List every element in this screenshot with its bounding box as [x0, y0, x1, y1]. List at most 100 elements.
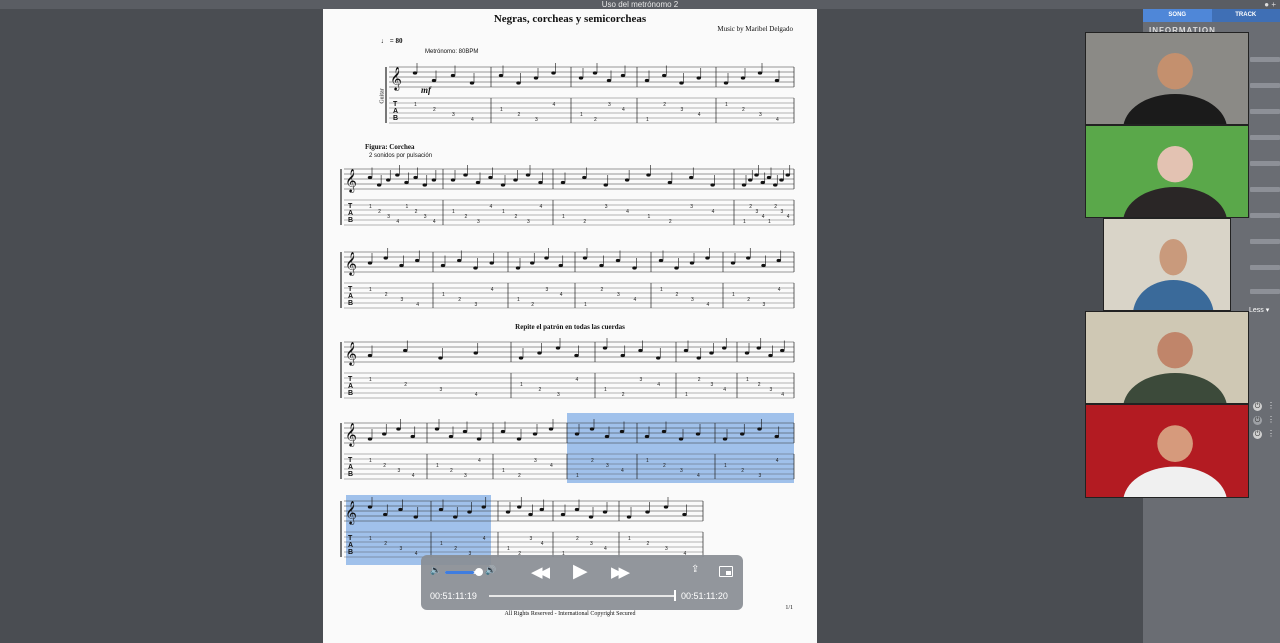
panel-field[interactable]	[1250, 239, 1280, 244]
elapsed-time: 00:51:11:19	[430, 591, 477, 601]
panel-field[interactable]	[1250, 83, 1280, 88]
more-options-icon[interactable]: ⋮	[1267, 429, 1275, 438]
tab-letter: B	[348, 300, 353, 307]
note-head	[689, 261, 695, 265]
less-toggle[interactable]: Less ▾	[1249, 306, 1269, 314]
fret-number: 3	[690, 204, 693, 210]
note-head	[746, 256, 751, 260]
note-head	[602, 346, 608, 350]
note-head	[606, 78, 612, 83]
note-head	[741, 183, 747, 187]
tab-letter: T	[393, 101, 398, 108]
fret-number: 2	[749, 204, 752, 210]
fret-number: 2	[591, 458, 594, 464]
panel-field[interactable]	[1250, 135, 1280, 140]
note-head	[656, 356, 661, 360]
video-tile-2[interactable]	[1085, 125, 1249, 218]
note-head	[574, 353, 579, 358]
rewind-button[interactable]: ◀◀	[531, 563, 550, 581]
power-icon[interactable]: ⏻	[1253, 416, 1262, 425]
note-head	[644, 78, 650, 83]
note-head	[662, 73, 667, 78]
fret-number: 2	[531, 302, 534, 308]
panel-field[interactable]	[1250, 213, 1280, 218]
fret-number: 1	[436, 463, 439, 469]
note-head	[679, 81, 684, 85]
fret-number: 1	[414, 102, 417, 108]
fret-number: 2	[647, 541, 650, 547]
fret-number: 3	[680, 468, 683, 474]
fret-number: 4	[471, 117, 474, 123]
panel-field[interactable]	[1250, 161, 1280, 166]
fret-number: 3	[527, 219, 530, 225]
tab-letter: B	[393, 115, 398, 122]
tab-track[interactable]: TRACK	[1211, 9, 1280, 22]
note-head	[624, 178, 630, 182]
video-tile-1[interactable]	[1085, 32, 1249, 125]
power-icon[interactable]: ⏻	[1253, 402, 1262, 411]
tab-letter: A	[348, 542, 353, 549]
fret-number: 4	[560, 292, 563, 298]
fret-number: 4	[698, 112, 701, 118]
video-tile-4[interactable]	[1085, 311, 1249, 404]
note-head	[602, 510, 608, 514]
fast-forward-button[interactable]: ▶▶	[611, 563, 630, 581]
tab-song[interactable]: SONG	[1143, 9, 1212, 22]
note-head	[438, 507, 444, 512]
note-head	[588, 515, 594, 519]
fret-number: 1	[440, 541, 443, 547]
fret-number: 3	[400, 546, 403, 552]
note-head	[674, 266, 679, 270]
play-button[interactable]: ▶	[573, 560, 588, 583]
fret-number: 3	[477, 219, 480, 225]
fret-number: 3	[464, 473, 467, 479]
note-head	[413, 175, 418, 180]
note-head	[398, 507, 403, 512]
volume-low-icon[interactable]: 🔈	[430, 565, 441, 576]
panel-field[interactable]	[1250, 57, 1280, 62]
video-tile-3[interactable]	[1103, 218, 1231, 311]
panel-field[interactable]	[1250, 289, 1280, 294]
volume-slider[interactable]	[445, 571, 479, 574]
fret-number: 1	[502, 209, 505, 215]
note-head	[395, 173, 400, 177]
picture-in-picture-icon[interactable]	[719, 566, 733, 577]
fret-number: 2	[622, 392, 625, 398]
panel-field[interactable]	[1250, 109, 1280, 114]
note-head	[709, 351, 714, 355]
note-head	[560, 180, 566, 185]
fret-number: 4	[723, 387, 726, 393]
share-icon[interactable]: ⇪	[691, 564, 699, 575]
fret-number: 3	[557, 392, 560, 398]
tab-letter: B	[348, 390, 353, 397]
fret-number: 2	[601, 287, 604, 293]
note-head	[516, 81, 521, 85]
scrubber-bar[interactable]	[489, 595, 675, 597]
more-options-icon[interactable]: ⋮	[1267, 401, 1275, 410]
panel-field[interactable]	[1250, 265, 1280, 270]
note-head	[632, 266, 637, 270]
composer-credit: Music by Maribel Delgado	[717, 25, 793, 33]
fret-number: 4	[657, 382, 660, 388]
note-head	[574, 507, 580, 512]
fret-number: 3	[763, 302, 766, 308]
fret-number: 2	[741, 468, 744, 474]
tab-letter: T	[348, 457, 353, 464]
treble-clef: 𝄞	[345, 341, 357, 366]
scrubber-knob[interactable]	[674, 590, 676, 601]
fret-number: 1	[576, 473, 579, 479]
panel-field[interactable]	[1250, 187, 1280, 192]
note-head	[620, 73, 626, 78]
volume-knob[interactable]	[475, 568, 483, 576]
window-controls[interactable]: ● +	[1264, 0, 1276, 9]
power-icon[interactable]: ⏻	[1253, 430, 1262, 439]
note-head	[768, 353, 773, 358]
note-head	[440, 263, 446, 268]
fret-number: 3	[590, 541, 593, 547]
fret-number: 3	[398, 468, 401, 474]
volume-high-icon[interactable]: 🔊	[485, 565, 496, 576]
fret-number: 4	[712, 209, 715, 215]
video-tile-5[interactable]	[1085, 404, 1249, 498]
more-options-icon[interactable]: ⋮	[1267, 415, 1275, 424]
figure-subtitle: 2 sonidos por pulsación	[369, 153, 433, 159]
